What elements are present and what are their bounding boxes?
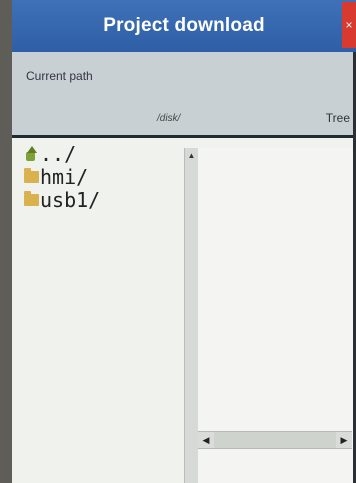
close-icon: × <box>345 18 353 32</box>
title-bar: Project download <box>12 0 356 52</box>
close-button[interactable]: × <box>342 2 356 48</box>
project-download-screen: Project download × Current path /disk/ T… <box>12 0 356 483</box>
file-item-hmi[interactable]: hmi/ <box>24 164 184 189</box>
scroll-left-icon[interactable]: ◀ <box>198 432 214 448</box>
file-item-label: hmi/ <box>40 164 89 189</box>
file-browser: ../ hmi/ usb1/ ▲ ◀ ▶ <box>12 135 356 483</box>
current-path-label: Current path <box>26 69 93 83</box>
scroll-right-icon[interactable]: ▶ <box>336 432 352 448</box>
tree-label[interactable]: Tree <box>326 111 350 125</box>
current-path-value: /disk/ <box>157 113 181 124</box>
file-item-parent[interactable]: ../ <box>24 141 184 166</box>
up-folder-icon <box>24 145 39 161</box>
file-item-usb1[interactable]: usb1/ <box>24 187 184 212</box>
path-panel: Current path /disk/ Tree <box>12 52 356 135</box>
file-list: ../ hmi/ usb1/ <box>24 141 184 212</box>
horizontal-scrollbar[interactable]: ◀ ▶ <box>198 431 352 449</box>
file-item-label: ../ <box>40 141 77 166</box>
window-title: Project download <box>103 15 265 36</box>
scroll-up-icon[interactable]: ▲ <box>185 148 198 162</box>
folder-icon <box>24 190 39 206</box>
folder-icon <box>24 167 39 183</box>
vertical-scrollbar[interactable]: ▲ <box>184 148 199 483</box>
file-item-label: usb1/ <box>40 187 101 212</box>
